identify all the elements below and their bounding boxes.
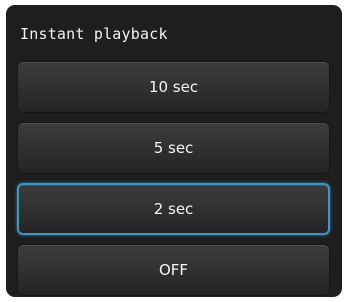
option-2-sec-button[interactable]: 2 sec (17, 183, 330, 235)
option-label: 2 sec (153, 200, 194, 218)
option-off-button[interactable]: OFF (17, 244, 330, 296)
menu-title: Instant playback (20, 25, 168, 43)
instant-playback-menu: Instant playback 10 sec 5 sec 2 sec OFF (6, 5, 342, 297)
option-10-sec-button[interactable]: 10 sec (17, 61, 330, 113)
option-label: 5 sec (153, 139, 194, 157)
option-label: 10 sec (148, 78, 199, 96)
option-5-sec-button[interactable]: 5 sec (17, 122, 330, 174)
option-label: OFF (158, 261, 189, 279)
